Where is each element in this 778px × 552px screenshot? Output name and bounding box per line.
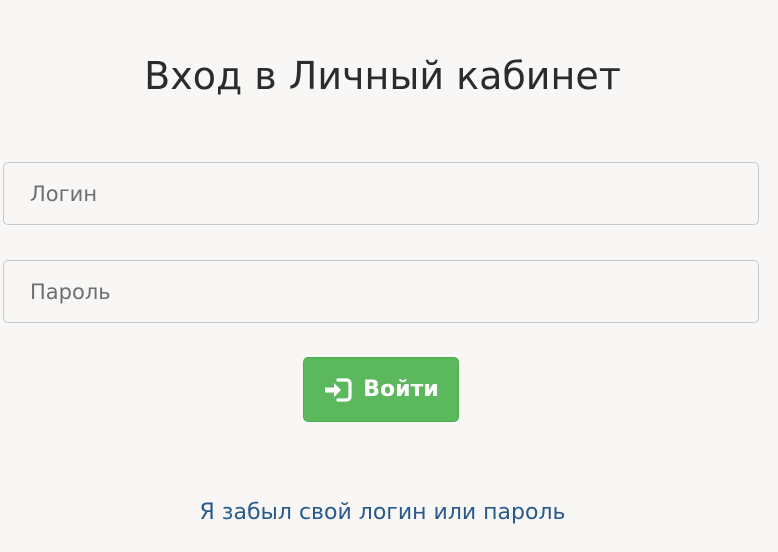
login-button-label: Войти	[363, 377, 439, 402]
forgot-password-link[interactable]: Я забыл свой логин или пароль	[0, 496, 765, 530]
password-field[interactable]	[3, 260, 759, 323]
page-title: Вход в Личный кабинет	[144, 54, 621, 98]
login-panel: Вход в Личный кабинет Войти Я забыл свой…	[0, 0, 778, 552]
login-field[interactable]	[3, 162, 759, 225]
sign-in-icon	[323, 377, 353, 403]
login-button[interactable]: Войти	[303, 357, 459, 422]
